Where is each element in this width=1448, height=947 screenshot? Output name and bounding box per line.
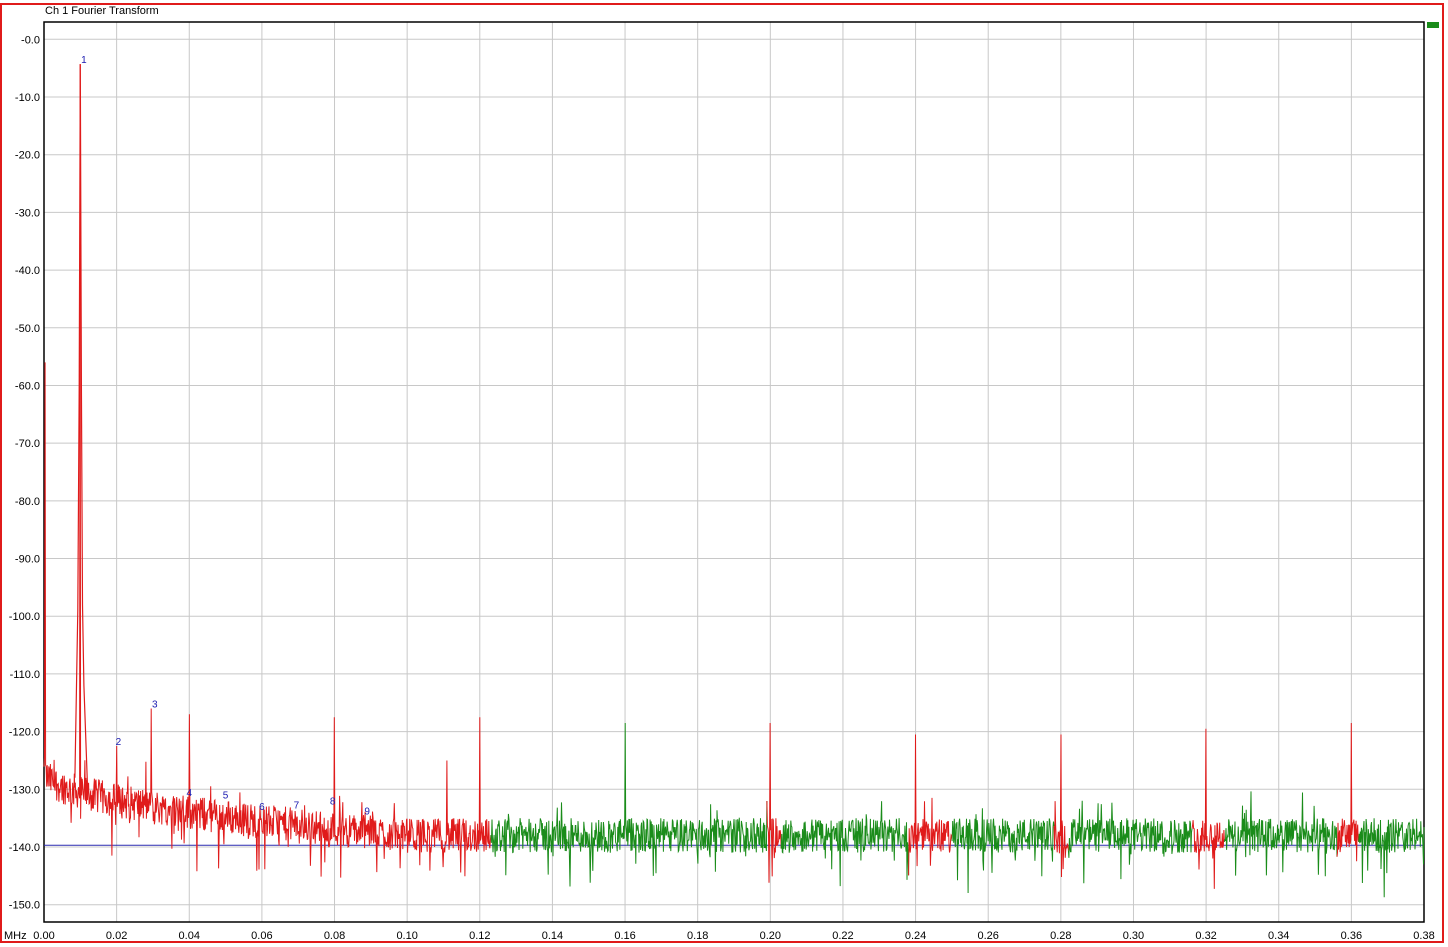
spectrum-segment xyxy=(1336,722,1360,862)
harmonic-marker-4[interactable]: 4 xyxy=(186,788,192,799)
spectrum-segment xyxy=(1358,818,1425,898)
x-tick-label: 0.28 xyxy=(1050,930,1071,942)
spectrum-trace xyxy=(43,64,1425,898)
channel-strip xyxy=(1426,20,1444,923)
y-tick-label: -100.0 xyxy=(9,611,40,623)
x-tick-label: 0.30 xyxy=(1123,930,1144,942)
x-tick-label: 0.08 xyxy=(324,930,345,942)
x-tick-label: 0.00 xyxy=(33,930,54,942)
x-tick-label: 0.06 xyxy=(251,930,272,942)
x-tick-label: 0.20 xyxy=(760,930,781,942)
harmonic-marker-7[interactable]: 7 xyxy=(294,801,300,812)
harmonic-marker-6[interactable]: 6 xyxy=(259,802,265,813)
x-tick-label: 0.12 xyxy=(469,930,490,942)
y-tick-label: -30.0 xyxy=(15,207,40,219)
x-tick-label: 0.38 xyxy=(1413,930,1434,942)
y-tick-label: -80.0 xyxy=(15,496,40,508)
y-tick-label: -60.0 xyxy=(15,380,40,392)
spectrum-segment xyxy=(490,722,768,887)
y-tick-label: -140.0 xyxy=(9,842,40,854)
x-tick-label: 0.04 xyxy=(179,930,200,942)
y-tick-label: -0.0 xyxy=(21,34,40,46)
y-tick-label: -120.0 xyxy=(9,727,40,739)
harmonic-markers: 1 2 3 4 5 6 7 8 9 xyxy=(81,55,370,817)
y-tick-label: -70.0 xyxy=(15,438,40,450)
x-axis: 0.00 0.02 0.04 0.06 0.08 0.10 0.12 0.14 0.16 0.18… xyxy=(33,930,1434,942)
x-tick-label: 0.32 xyxy=(1195,930,1216,942)
x-tick-label: 0.14 xyxy=(542,930,563,942)
fft-chart[interactable]: -0.0 -10.0 -20.0 -30.0 -40.0 -50.0 -60.0 -70.0 -… xyxy=(0,0,1448,947)
harmonic-marker-9[interactable]: 9 xyxy=(364,806,370,817)
x-tick-label: 0.24 xyxy=(905,930,926,942)
y-tick-label: -40.0 xyxy=(15,265,40,277)
fundamental-peak xyxy=(74,64,89,790)
x-tick-label: 0.26 xyxy=(977,930,998,942)
spectrum-segment xyxy=(1191,728,1225,889)
x-tick-label: 0.36 xyxy=(1341,930,1362,942)
y-tick-label: -130.0 xyxy=(9,784,40,796)
x-tick-label: 0.10 xyxy=(396,930,417,942)
y-axis: -0.0 -10.0 -20.0 -30.0 -40.0 -50.0 -60.0 -70.0 -… xyxy=(9,34,40,911)
y-tick-label: -150.0 xyxy=(9,900,40,912)
harmonic-marker-1[interactable]: 1 xyxy=(81,55,87,66)
y-tick-label: -50.0 xyxy=(15,323,40,335)
harmonic-marker-5[interactable]: 5 xyxy=(223,791,229,802)
plot-area[interactable] xyxy=(43,21,1425,923)
x-tick-label: 0.22 xyxy=(832,930,853,942)
grid xyxy=(43,22,1425,922)
channel-indicator-icon[interactable] xyxy=(1427,22,1439,28)
harmonic-marker-2[interactable]: 2 xyxy=(116,737,122,748)
harmonic-marker-3[interactable]: 3 xyxy=(152,700,158,711)
x-unit-label: MHz xyxy=(4,930,27,942)
x-tick-label: 0.16 xyxy=(614,930,635,942)
harmonic-marker-8[interactable]: 8 xyxy=(330,796,336,807)
x-tick-label: 0.18 xyxy=(687,930,708,942)
spectrum-segment xyxy=(1067,800,1193,884)
spectrum-segment xyxy=(43,64,492,878)
x-tick-label: 0.02 xyxy=(106,930,127,942)
y-tick-label: -10.0 xyxy=(15,92,40,104)
y-tick-label: -110.0 xyxy=(10,669,40,681)
spectrum-segment xyxy=(766,722,782,883)
x-tick-label: 0.34 xyxy=(1268,930,1289,942)
spectrum-segment xyxy=(951,808,1055,894)
y-tick-label: -90.0 xyxy=(15,554,40,566)
spectrum-segment xyxy=(780,801,910,887)
y-tick-label: -20.0 xyxy=(15,150,40,162)
spectrum-segment xyxy=(1223,791,1338,877)
spectrum-segment xyxy=(1053,734,1069,878)
